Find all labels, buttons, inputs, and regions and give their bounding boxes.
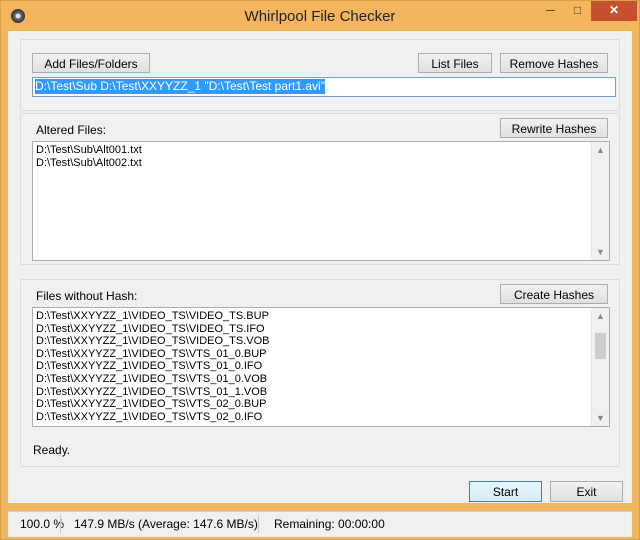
altered-files-rows: D:\Test\Sub\Alt001.txt D:\Test\Sub\Alt002… bbox=[36, 144, 142, 169]
start-button[interactable]: Start bbox=[469, 481, 542, 502]
list-item[interactable]: D:\Test\XXYYZZ_1\VIDEO_TS\VIDEO_TS.VOB bbox=[36, 335, 270, 348]
status-bar: 100.0 % 147.9 MB/s (Average: 147.6 MB/s)… bbox=[8, 511, 632, 537]
files-without-hash-label: Files without Hash: bbox=[36, 289, 138, 303]
list-item[interactable]: D:\Test\XXYYZZ_1\VIDEO_TS\VTS_01_1.VOB bbox=[36, 386, 270, 399]
altered-files-label: Altered Files: bbox=[36, 123, 107, 137]
list-files-button[interactable]: List Files bbox=[418, 53, 492, 73]
close-button[interactable]: ✕ bbox=[591, 1, 637, 21]
rewrite-hashes-button[interactable]: Rewrite Hashes bbox=[500, 118, 608, 138]
create-hashes-button[interactable]: Create Hashes bbox=[500, 284, 608, 304]
files-without-hash-scrollbar[interactable]: ▲ ▼ bbox=[591, 308, 609, 426]
scroll-down-arrow-icon[interactable]: ▼ bbox=[592, 410, 609, 426]
list-item[interactable]: D:\Test\Sub\Alt001.txt bbox=[36, 144, 142, 157]
scroll-up-arrow-icon[interactable]: ▲ bbox=[592, 308, 609, 324]
path-input[interactable]: D:\Test\Sub D:\Test\XXYYZZ_1 "D:\Test\Te… bbox=[32, 77, 616, 97]
remove-hashes-button[interactable]: Remove Hashes bbox=[500, 53, 608, 73]
scrollbar-thumb[interactable] bbox=[595, 333, 606, 360]
status-text: Ready. bbox=[33, 443, 71, 457]
status-separator bbox=[60, 515, 61, 533]
remaining-time: Remaining: 00:00:00 bbox=[274, 517, 385, 531]
progress-percent: 100.0 % bbox=[20, 517, 65, 531]
source-panel bbox=[20, 39, 620, 111]
maximize-button[interactable]: □ bbox=[564, 1, 591, 21]
list-item[interactable]: D:\Test\Sub\Alt002.txt bbox=[36, 157, 142, 170]
list-item[interactable]: D:\Test\XXYYZZ_1\VIDEO_TS\VTS_02_0.IFO bbox=[36, 411, 270, 424]
altered-files-scrollbar[interactable]: ▲ ▼ bbox=[591, 142, 609, 260]
title-bar[interactable]: Whirlpool File Checker ─ □ ✕ bbox=[1, 1, 639, 31]
list-item[interactable]: D:\Test\XXYYZZ_1\VIDEO_TS\VTS_02_0.BUP bbox=[36, 398, 270, 411]
app-window: Whirlpool File Checker ─ □ ✕ Add Files/F… bbox=[0, 0, 640, 540]
altered-files-list[interactable]: D:\Test\Sub\Alt001.txt D:\Test\Sub\Alt002… bbox=[32, 141, 610, 261]
list-item[interactable]: D:\Test\XXYYZZ_1\VIDEO_TS\VIDEO_TS.IFO bbox=[36, 323, 270, 336]
path-selected-text: D:\Test\Sub D:\Test\XXYYZZ_1 "D:\Test\Te… bbox=[35, 79, 325, 94]
status-separator bbox=[258, 515, 259, 533]
scroll-down-arrow-icon[interactable]: ▼ bbox=[592, 244, 609, 260]
exit-button[interactable]: Exit bbox=[550, 481, 623, 502]
list-item[interactable]: D:\Test\XXYYZZ_1\VIDEO_TS\VTS_01_0.VOB bbox=[36, 373, 270, 386]
add-files-folders-button[interactable]: Add Files/Folders bbox=[32, 53, 150, 73]
transfer-speed: 147.9 MB/s (Average: 147.6 MB/s) bbox=[74, 517, 258, 531]
list-item[interactable]: D:\Test\XXYYZZ_1\VIDEO_TS\VIDEO_TS.BUP bbox=[36, 310, 270, 323]
list-item[interactable]: D:\Test\XXYYZZ_1\VIDEO_TS\VTS_01_0.BUP bbox=[36, 348, 270, 361]
files-without-hash-list[interactable]: D:\Test\XXYYZZ_1\VIDEO_TS\VIDEO_TS.BUP D:… bbox=[32, 307, 610, 427]
scroll-up-arrow-icon[interactable]: ▲ bbox=[592, 142, 609, 158]
list-item[interactable]: D:\Test\XXYYZZ_1\VIDEO_TS\VTS_01_0.IFO bbox=[36, 360, 270, 373]
client-area: Add Files/Folders List Files Remove Hash… bbox=[8, 31, 632, 503]
minimize-button[interactable]: ─ bbox=[537, 1, 564, 21]
files-without-hash-rows: D:\Test\XXYYZZ_1\VIDEO_TS\VIDEO_TS.BUP D:… bbox=[36, 310, 270, 423]
